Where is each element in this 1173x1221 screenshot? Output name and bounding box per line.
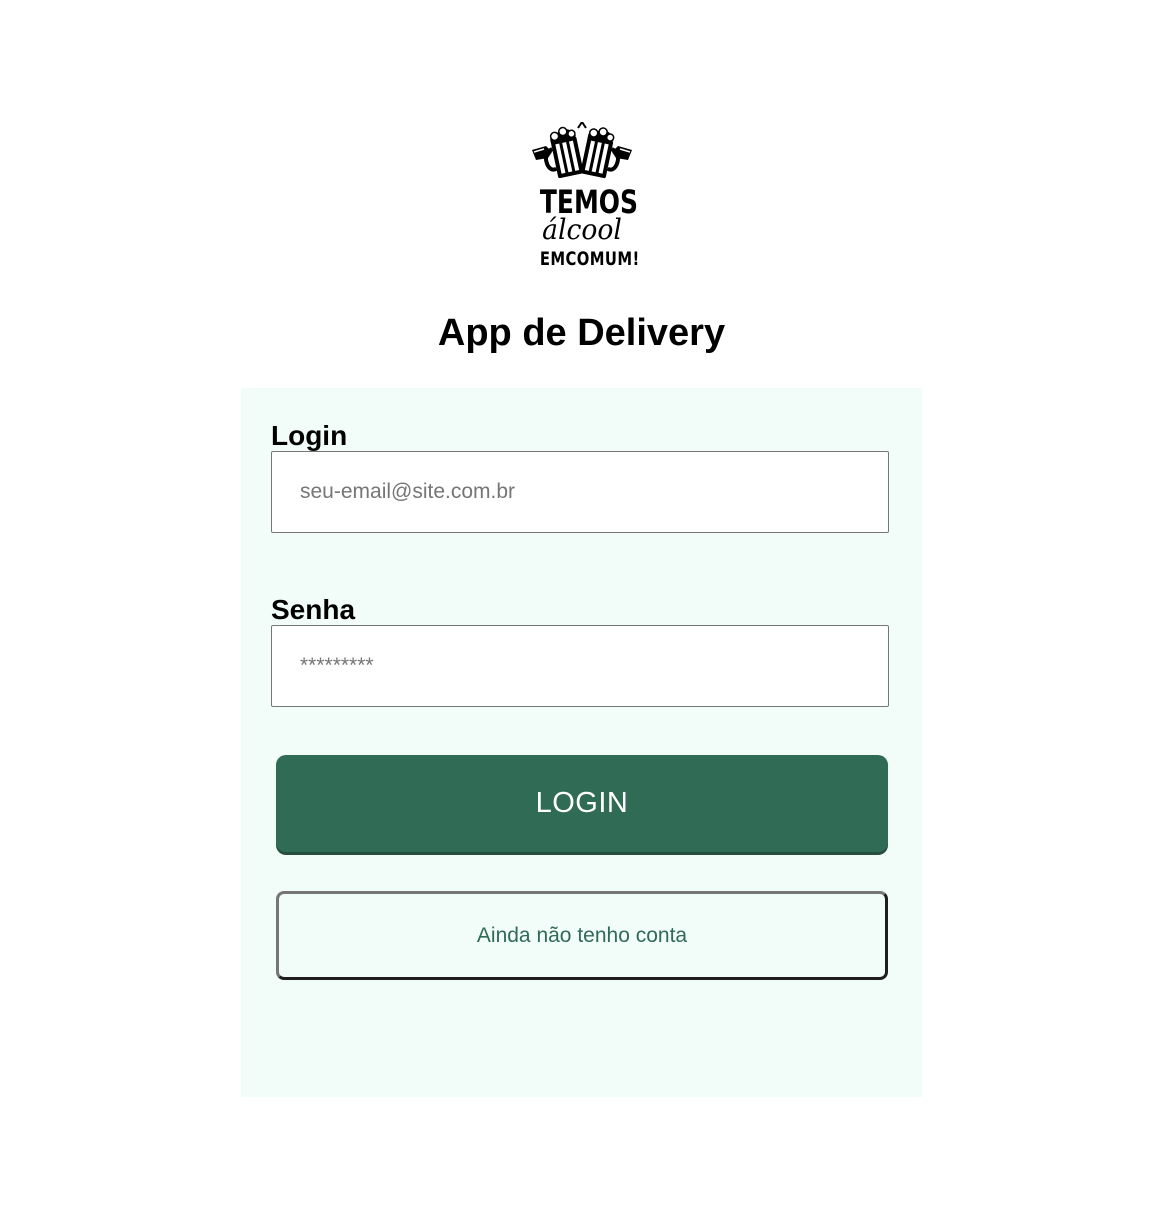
register-button[interactable]: Ainda não tenho conta: [276, 891, 888, 980]
password-field-label: Senha: [271, 594, 356, 625]
email-input[interactable]: [271, 451, 889, 533]
beer-toast-icon: [532, 122, 632, 179]
login-button[interactable]: LOGIN: [276, 755, 888, 852]
page-title: App de Delivery: [437, 312, 726, 354]
login-field-label: Login: [271, 420, 348, 451]
password-input[interactable]: [271, 625, 889, 707]
login-form-card: Login Senha LOGIN Ainda não tenho conta: [241, 388, 922, 1097]
brand-logo: TEMOS álcool EMCOMUM!: [528, 122, 640, 274]
logo-text-em-comum: EMCOMUM!: [539, 248, 640, 270]
logo-text-alcool: álcool: [542, 213, 622, 246]
